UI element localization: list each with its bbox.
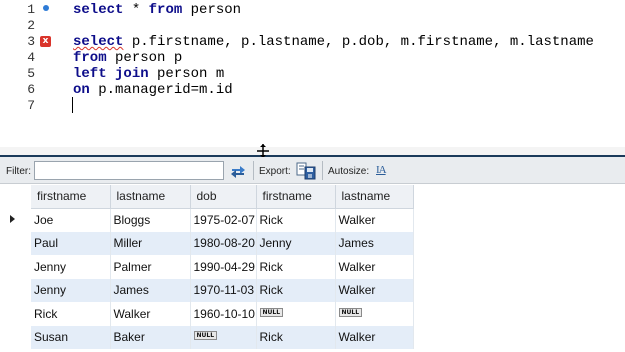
table-header-row: firstname lastname dob firstname lastnam… xyxy=(31,185,414,209)
text-cursor xyxy=(72,97,73,113)
result-grid[interactable]: firstname lastname dob firstname lastnam… xyxy=(0,185,625,352)
table-cell[interactable]: 1975-02-07 xyxy=(190,208,257,232)
code-line-5[interactable]: left join person m xyxy=(73,66,224,82)
column-header-lastname[interactable]: lastname xyxy=(110,185,191,209)
line-number: 6 xyxy=(27,82,35,97)
current-row-arrow-icon xyxy=(10,215,15,223)
table-cell[interactable]: Rick xyxy=(256,255,336,279)
code-text: person m xyxy=(148,66,225,82)
sql-editor[interactable]: 1 2 3 4 5 6 7 x select * from person sel… xyxy=(0,0,625,147)
table-cell[interactable]: Paul xyxy=(31,231,111,255)
autosize-label: Autosize: xyxy=(328,166,370,177)
table-cell[interactable]: Walker xyxy=(335,325,414,349)
code-text: p.firstname, p.lastname, p.dob, m.firstn… xyxy=(123,34,594,50)
line-number: 1 xyxy=(27,2,35,17)
table-cell[interactable]: Walker xyxy=(110,302,191,326)
code-line-1[interactable]: select * from person xyxy=(73,2,241,18)
table-row[interactable]: Susan Baker NULL Rick Walker xyxy=(31,325,414,349)
table-cell[interactable]: Bloggs xyxy=(110,208,191,232)
table-cell[interactable]: James xyxy=(335,231,414,255)
line-number: 2 xyxy=(27,18,35,33)
table-cell[interactable]: Rick xyxy=(31,302,111,326)
code-line-6[interactable]: on p.managerid=m.id xyxy=(73,82,233,98)
table-cell[interactable]: Walker xyxy=(335,255,414,279)
line-gutter: 1 2 3 4 5 6 7 x xyxy=(0,0,66,147)
code-line-4[interactable]: from person p xyxy=(73,50,182,66)
table-row[interactable]: Jenny James 1970-11-03 Rick Walker xyxy=(31,278,414,302)
line-number: 5 xyxy=(27,66,35,81)
export-label: Export: xyxy=(259,166,291,177)
table-cell[interactable]: Miller xyxy=(110,231,191,255)
null-badge: NULL xyxy=(259,307,284,317)
table-cell[interactable]: Rick xyxy=(256,208,336,232)
table-cell[interactable]: Palmer xyxy=(110,255,191,279)
table-cell-null[interactable]: NULL xyxy=(335,302,414,326)
table-cell[interactable]: 1970-11-03 xyxy=(190,278,257,302)
column-header-manager-firstname[interactable]: firstname xyxy=(256,185,336,209)
toolbar-divider xyxy=(322,161,323,180)
table-cell[interactable]: 1990-04-29 xyxy=(190,255,257,279)
column-header-dob[interactable]: dob xyxy=(190,185,257,209)
line-number: 4 xyxy=(27,50,35,65)
table-cell[interactable]: Rick xyxy=(256,278,336,302)
keyword: from xyxy=(148,2,183,18)
table-cell[interactable]: Walker xyxy=(335,278,414,302)
table-row[interactable]: Rick Walker 1960-10-10 NULL NULL xyxy=(31,302,414,326)
resize-grip-icon[interactable] xyxy=(256,144,270,158)
null-badge: NULL xyxy=(338,307,363,317)
table-cell[interactable]: Jenny xyxy=(31,255,111,279)
null-badge: NULL xyxy=(193,331,218,341)
autosize-icon[interactable]: IA xyxy=(376,161,390,180)
result-toolbar: Filter: Export: Autosize: IA xyxy=(0,157,625,184)
keyword: select xyxy=(73,2,124,18)
keyword: join xyxy=(115,66,149,82)
keyword: left xyxy=(73,66,107,82)
table-row[interactable]: Jenny Palmer 1990-04-29 Rick Walker xyxy=(31,255,414,279)
keyword: on xyxy=(73,82,90,98)
line-number: 3 xyxy=(27,34,35,49)
code-text: * xyxy=(123,2,149,18)
table-cell[interactable]: James xyxy=(110,278,191,302)
line-number: 7 xyxy=(27,98,35,113)
keyword: select xyxy=(73,34,124,50)
table-cell[interactable]: Joe xyxy=(31,208,111,232)
error-marker-icon[interactable]: x xyxy=(40,36,51,47)
table-row[interactable]: Paul Miller 1980-08-20 Jenny James xyxy=(31,231,414,255)
code-text: p.managerid=m.id xyxy=(89,82,233,98)
table-cell[interactable]: Susan xyxy=(31,325,111,349)
table-cell-null[interactable]: NULL xyxy=(190,325,257,349)
result-table[interactable]: firstname lastname dob firstname lastnam… xyxy=(31,185,414,349)
table-cell[interactable]: Jenny xyxy=(31,278,111,302)
table-cell[interactable]: Baker xyxy=(110,325,191,349)
table-cell[interactable]: 1980-08-20 xyxy=(190,231,257,255)
statement-marker-icon[interactable] xyxy=(43,5,49,11)
code-text: person xyxy=(182,2,242,18)
column-header-manager-lastname[interactable]: lastname xyxy=(335,185,414,209)
keyword: from xyxy=(73,50,107,66)
table-cell[interactable]: Walker xyxy=(335,208,414,232)
pane-splitter[interactable] xyxy=(0,144,625,158)
table-row[interactable]: Joe Bloggs 1975-02-07 Rick Walker xyxy=(31,208,414,232)
table-cell-null[interactable]: NULL xyxy=(256,302,336,326)
filter-input[interactable] xyxy=(34,161,224,180)
toolbar-divider xyxy=(253,161,254,180)
refresh-icon[interactable] xyxy=(229,162,247,180)
table-cell[interactable]: Jenny xyxy=(256,231,336,255)
table-cell[interactable]: Rick xyxy=(256,325,336,349)
column-header-firstname[interactable]: firstname xyxy=(31,185,111,209)
table-cell[interactable]: 1960-10-10 xyxy=(190,302,257,326)
row-header-column xyxy=(0,185,31,352)
export-icon[interactable] xyxy=(296,161,316,180)
filter-label: Filter: xyxy=(6,166,31,177)
code-text: person p xyxy=(106,50,183,66)
code-line-3[interactable]: select p.firstname, p.lastname, p.dob, m… xyxy=(73,34,594,50)
